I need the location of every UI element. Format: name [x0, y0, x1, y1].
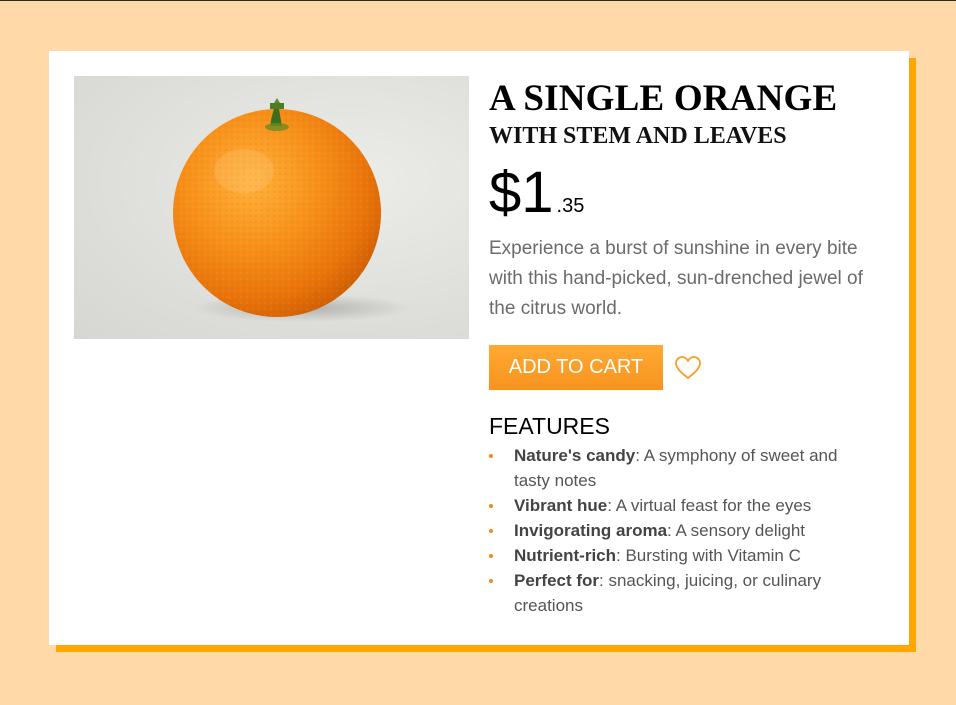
- product-info: A SINGLE ORANGE WITH STEM AND LEAVES $1 …: [489, 78, 889, 618]
- feature-name: Invigorating aroma: [514, 521, 668, 540]
- feature-item: Vibrant hue: A virtual feast for the eye…: [489, 493, 869, 518]
- feature-item: Perfect for: snacking, juicing, or culin…: [489, 568, 869, 618]
- feature-text: : A sensory delight: [667, 521, 806, 540]
- feature-item: Nutrient-rich: Bursting with Vitamin C: [489, 543, 869, 568]
- product-description: Experience a burst of sunshine in every …: [489, 238, 863, 319]
- feature-text: : A virtual feast for the eyes: [607, 496, 812, 515]
- feature-text: : Bursting with Vitamin C: [616, 546, 801, 565]
- product-image: [74, 76, 469, 339]
- feature-item: Invigorating aroma: A sensory delight: [489, 518, 869, 543]
- feature-name: Nutrient-rich: [514, 546, 616, 565]
- heart-icon[interactable]: [674, 355, 702, 381]
- feature-name: Perfect for: [514, 571, 600, 590]
- feature-name: Nature's candy: [514, 446, 636, 465]
- product-actions: ADD TO CART: [489, 345, 889, 390]
- product-subtitle: WITH STEM AND LEAVES: [489, 123, 787, 149]
- orange-photo: [173, 98, 412, 322]
- product-price: $1 .35: [489, 164, 889, 222]
- features-list: Nature's candy: A symphony of sweet and …: [489, 443, 869, 618]
- product-card: A SINGLE ORANGE WITH STEM AND LEAVES $1 …: [49, 51, 909, 645]
- product-title: A SINGLE ORANGE: [489, 78, 838, 119]
- feature-name: Vibrant hue: [514, 496, 608, 515]
- feature-item: Nature's candy: A symphony of sweet and …: [489, 443, 869, 493]
- price-dollars: $1: [489, 160, 554, 225]
- add-to-cart-button[interactable]: ADD TO CART: [489, 345, 663, 390]
- price-cents: .35: [556, 195, 585, 217]
- features-heading: FEATURES: [489, 413, 610, 439]
